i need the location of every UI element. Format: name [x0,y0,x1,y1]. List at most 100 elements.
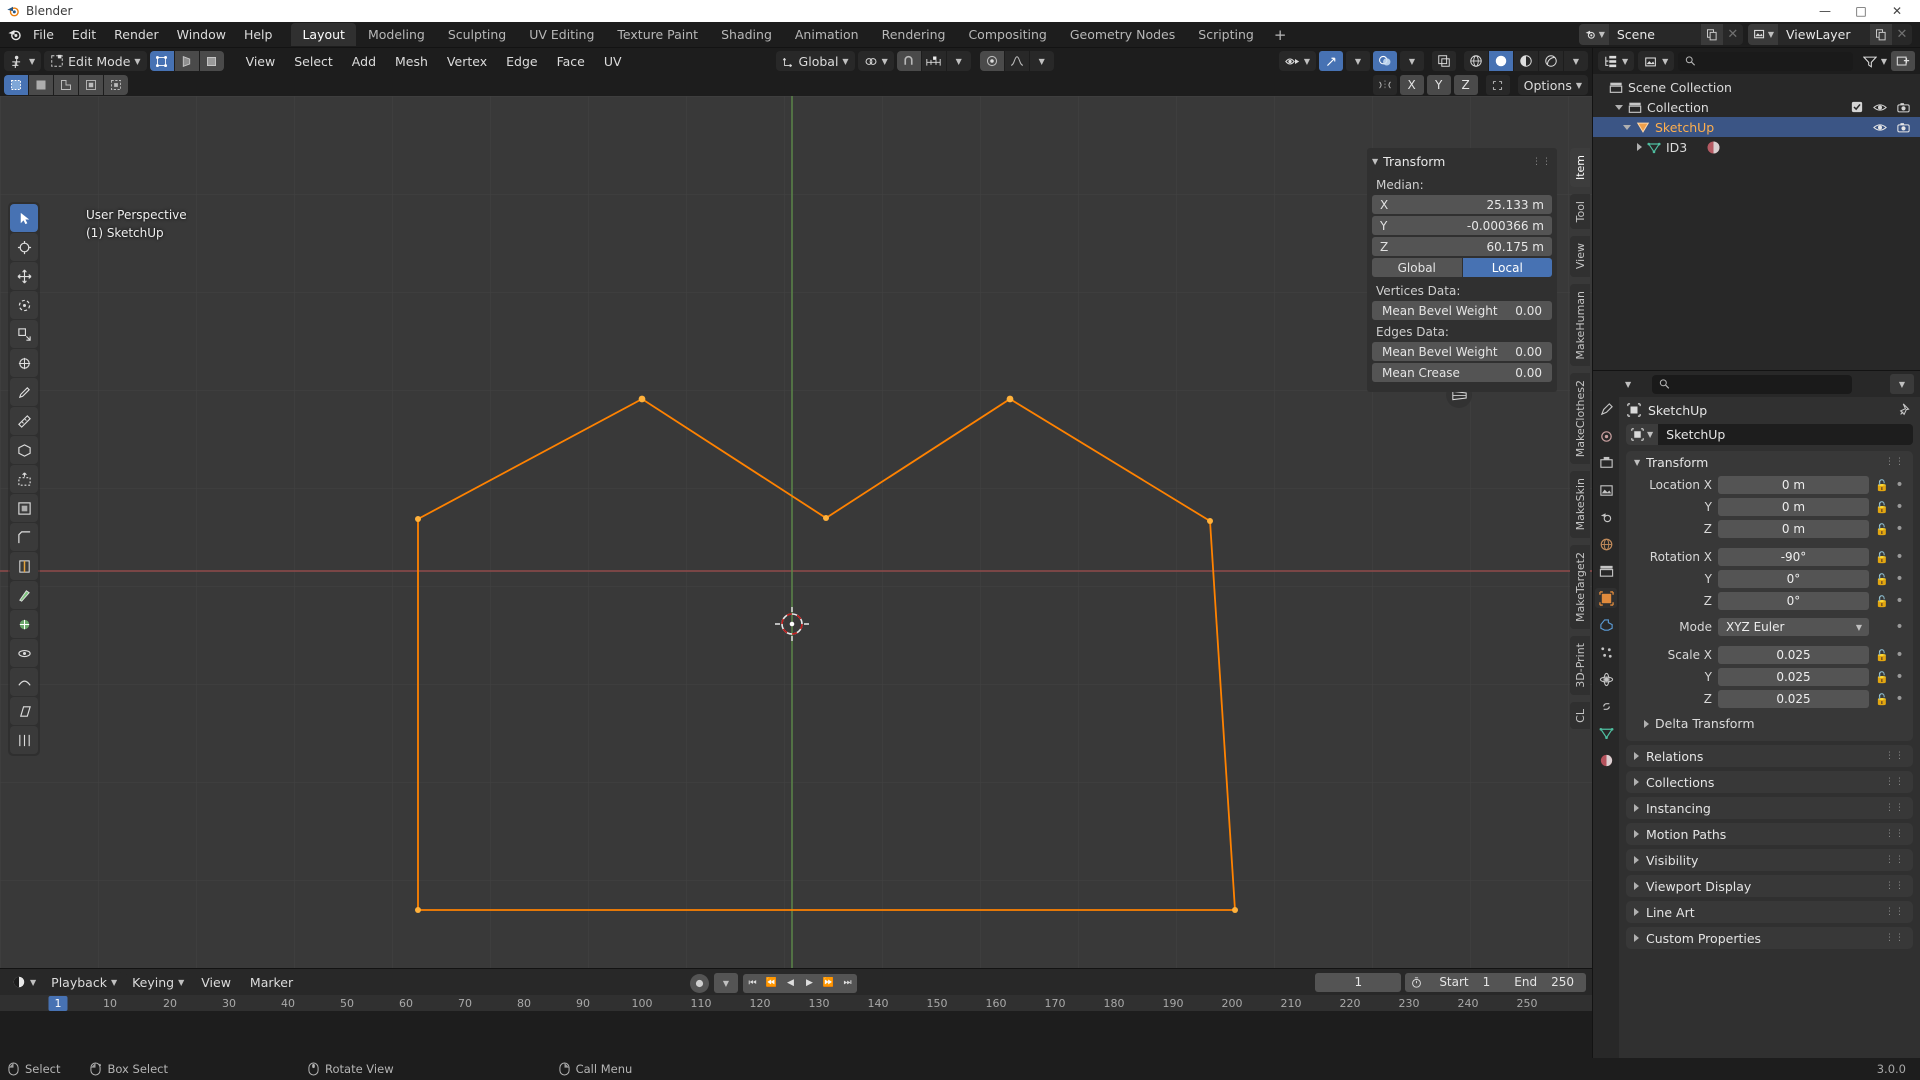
play-reverse-icon[interactable]: ◀ [781,974,800,993]
select-intersect-icon[interactable] [104,75,128,95]
jump-to-start-icon[interactable]: ⏮ [743,974,762,993]
cursor-tool-icon[interactable] [10,233,38,261]
annotate-tool-icon[interactable] [10,378,38,406]
drag-handle-icon[interactable]: ⋮⋮ [1885,457,1905,467]
checkbox-icon[interactable] [1851,101,1863,113]
eye-icon[interactable] [1873,102,1887,113]
properties-search[interactable] [1652,374,1853,394]
viewport-menu-view[interactable]: View [238,52,284,71]
topology-mirror-icon[interactable] [1485,75,1510,95]
proportional-editing-icon[interactable] [979,51,1004,71]
outliner-row-id3[interactable]: ID3 [1593,137,1920,157]
scene-selector[interactable]: ▼ Scene ✕ [1578,24,1743,45]
outliner-search[interactable] [1678,51,1853,71]
knife-tool-icon[interactable] [10,581,38,609]
rotate-tool-icon[interactable] [10,291,38,319]
gizmo-dropdown-icon[interactable]: ▼ [1346,51,1370,71]
edge-select-icon[interactable] [174,51,199,71]
npanel-tab-makehuman[interactable]: MakeHuman [1570,283,1590,367]
start-frame-field[interactable]: Start 1 [1427,975,1502,989]
viewport-menu-mesh[interactable]: Mesh [387,52,436,71]
vertex-mean-bevel-weight-row[interactable]: Mean Bevel Weight 0.00 [1372,301,1552,320]
viewport-menu-select[interactable]: Select [286,52,341,71]
global-space-button[interactable]: Global [1372,258,1462,277]
properties-tab-scene[interactable] [1595,507,1617,527]
snap-target-selector[interactable]: ▼ [857,51,894,71]
snap-magnet-icon[interactable] [896,51,921,71]
animate-dot-icon[interactable]: • [1894,620,1905,634]
unlink-scene-icon[interactable]: ✕ [1723,24,1743,45]
properties-tab-tool[interactable] [1595,399,1617,419]
outliner-display-mode-selector[interactable]: ▼ [1638,51,1675,71]
shading-rendered-icon[interactable] [1539,51,1563,71]
row-value[interactable]: 0.025 [1718,668,1869,686]
npanel-header[interactable]: ▼ Transform ⋮⋮ [1372,152,1552,175]
outliner-search-input[interactable] [1701,54,1846,68]
drag-handle-icon[interactable]: ⋮⋮ [1885,751,1905,761]
npanel-tab-view[interactable]: View [1570,236,1590,277]
gizmo-toggle-icon[interactable] [1319,51,1343,71]
outliner-editor-type-selector[interactable]: ▼ [1598,51,1635,71]
row-value[interactable]: 0° [1718,592,1869,610]
npanel-tab-cl[interactable]: CL [1570,701,1590,730]
use-preview-range-icon[interactable] [1405,973,1427,992]
scene-name[interactable]: Scene [1609,27,1701,42]
shading-wireframe-icon[interactable] [1464,51,1488,71]
viewport-menu-face[interactable]: Face [549,52,593,71]
add-workspace-button[interactable]: + [1266,23,1295,47]
face-select-icon[interactable] [199,51,224,71]
lock-icon[interactable]: 🔓 [1875,479,1889,492]
smooth-tool-icon[interactable] [10,668,38,696]
spin-tool-icon[interactable] [10,639,38,667]
animate-dot-icon[interactable]: • [1894,670,1905,684]
workspace-tab-animation[interactable]: Animation [784,23,870,46]
transform-orientation-selector[interactable]: Global ▼ [775,51,855,71]
overlays-dropdown-icon[interactable]: ▼ [1400,51,1424,71]
object-name-value[interactable]: SketchUp [1658,427,1725,442]
drag-handle-icon[interactable]: ⋮⋮ [1885,803,1905,813]
chevron-down-icon[interactable]: ▼ [1881,57,1887,66]
remove-viewlayer-icon[interactable]: ✕ [1892,24,1912,45]
viewlayer-selector[interactable]: ▼ ViewLayer ✕ [1747,24,1912,45]
properties-tab-object[interactable] [1595,588,1617,608]
lock-icon[interactable]: 🔓 [1875,649,1889,662]
animate-dot-icon[interactable]: • [1894,550,1905,564]
new-viewlayer-icon[interactable] [1870,24,1892,45]
timeline-scrubber[interactable]: 1 10 20 30 40 50 60 70 80 90 100 110 120… [0,995,1592,1011]
npanel-tab-maketarget2[interactable]: MakeTarget2 [1570,544,1590,629]
lock-icon[interactable]: 🔓 [1875,501,1889,514]
workspace-tab-layout[interactable]: Layout [291,23,356,46]
workspace-tab-geometry-nodes[interactable]: Geometry Nodes [1059,23,1186,46]
animate-dot-icon[interactable]: • [1894,572,1905,586]
mirror-axis-y-button[interactable]: Y [1426,75,1451,95]
drag-handle-icon[interactable]: ⋮⋮ [1532,157,1552,167]
workspace-tab-sculpting[interactable]: Sculpting [437,23,517,46]
row-value[interactable]: -90° [1718,548,1869,566]
falloff-dropdown-icon[interactable]: ▼ [1029,51,1054,71]
mirror-axis-x-button[interactable]: X [1399,75,1424,95]
mirror-axis-z-button[interactable]: Z [1453,75,1478,95]
shading-solid-icon[interactable] [1489,51,1513,71]
properties-tab-viewlayer[interactable] [1595,480,1617,500]
menu-edit[interactable]: Edit [63,24,105,45]
workspace-tab-modeling[interactable]: Modeling [357,23,436,46]
panel-relations[interactable]: Relations ⋮⋮ [1626,745,1913,767]
properties-tab-physics[interactable] [1595,669,1617,689]
drag-handle-icon[interactable]: ⋮⋮ [1885,933,1905,943]
workspace-tab-shading[interactable]: Shading [710,23,783,46]
new-collection-icon[interactable] [1891,51,1915,71]
blender-menu-icon[interactable] [4,27,24,42]
minimize-button[interactable]: — [1808,1,1842,21]
tweak-tool-icon[interactable] [10,204,38,232]
options-button[interactable]: Options ▼ [1517,75,1588,95]
npanel-tab-makeskin[interactable]: MakeSkin [1570,471,1590,538]
measure-tool-icon[interactable] [10,407,38,435]
row-value[interactable]: 0 m [1718,520,1869,538]
drag-handle-icon[interactable]: ⋮⋮ [1885,777,1905,787]
drag-handle-icon[interactable]: ⋮⋮ [1885,829,1905,839]
vertex-select-icon[interactable] [149,51,174,71]
select-extend-icon[interactable] [29,75,53,95]
npanel-tab-tool[interactable]: Tool [1570,194,1590,230]
menu-window[interactable]: Window [168,24,235,45]
menu-render[interactable]: Render [105,24,168,45]
